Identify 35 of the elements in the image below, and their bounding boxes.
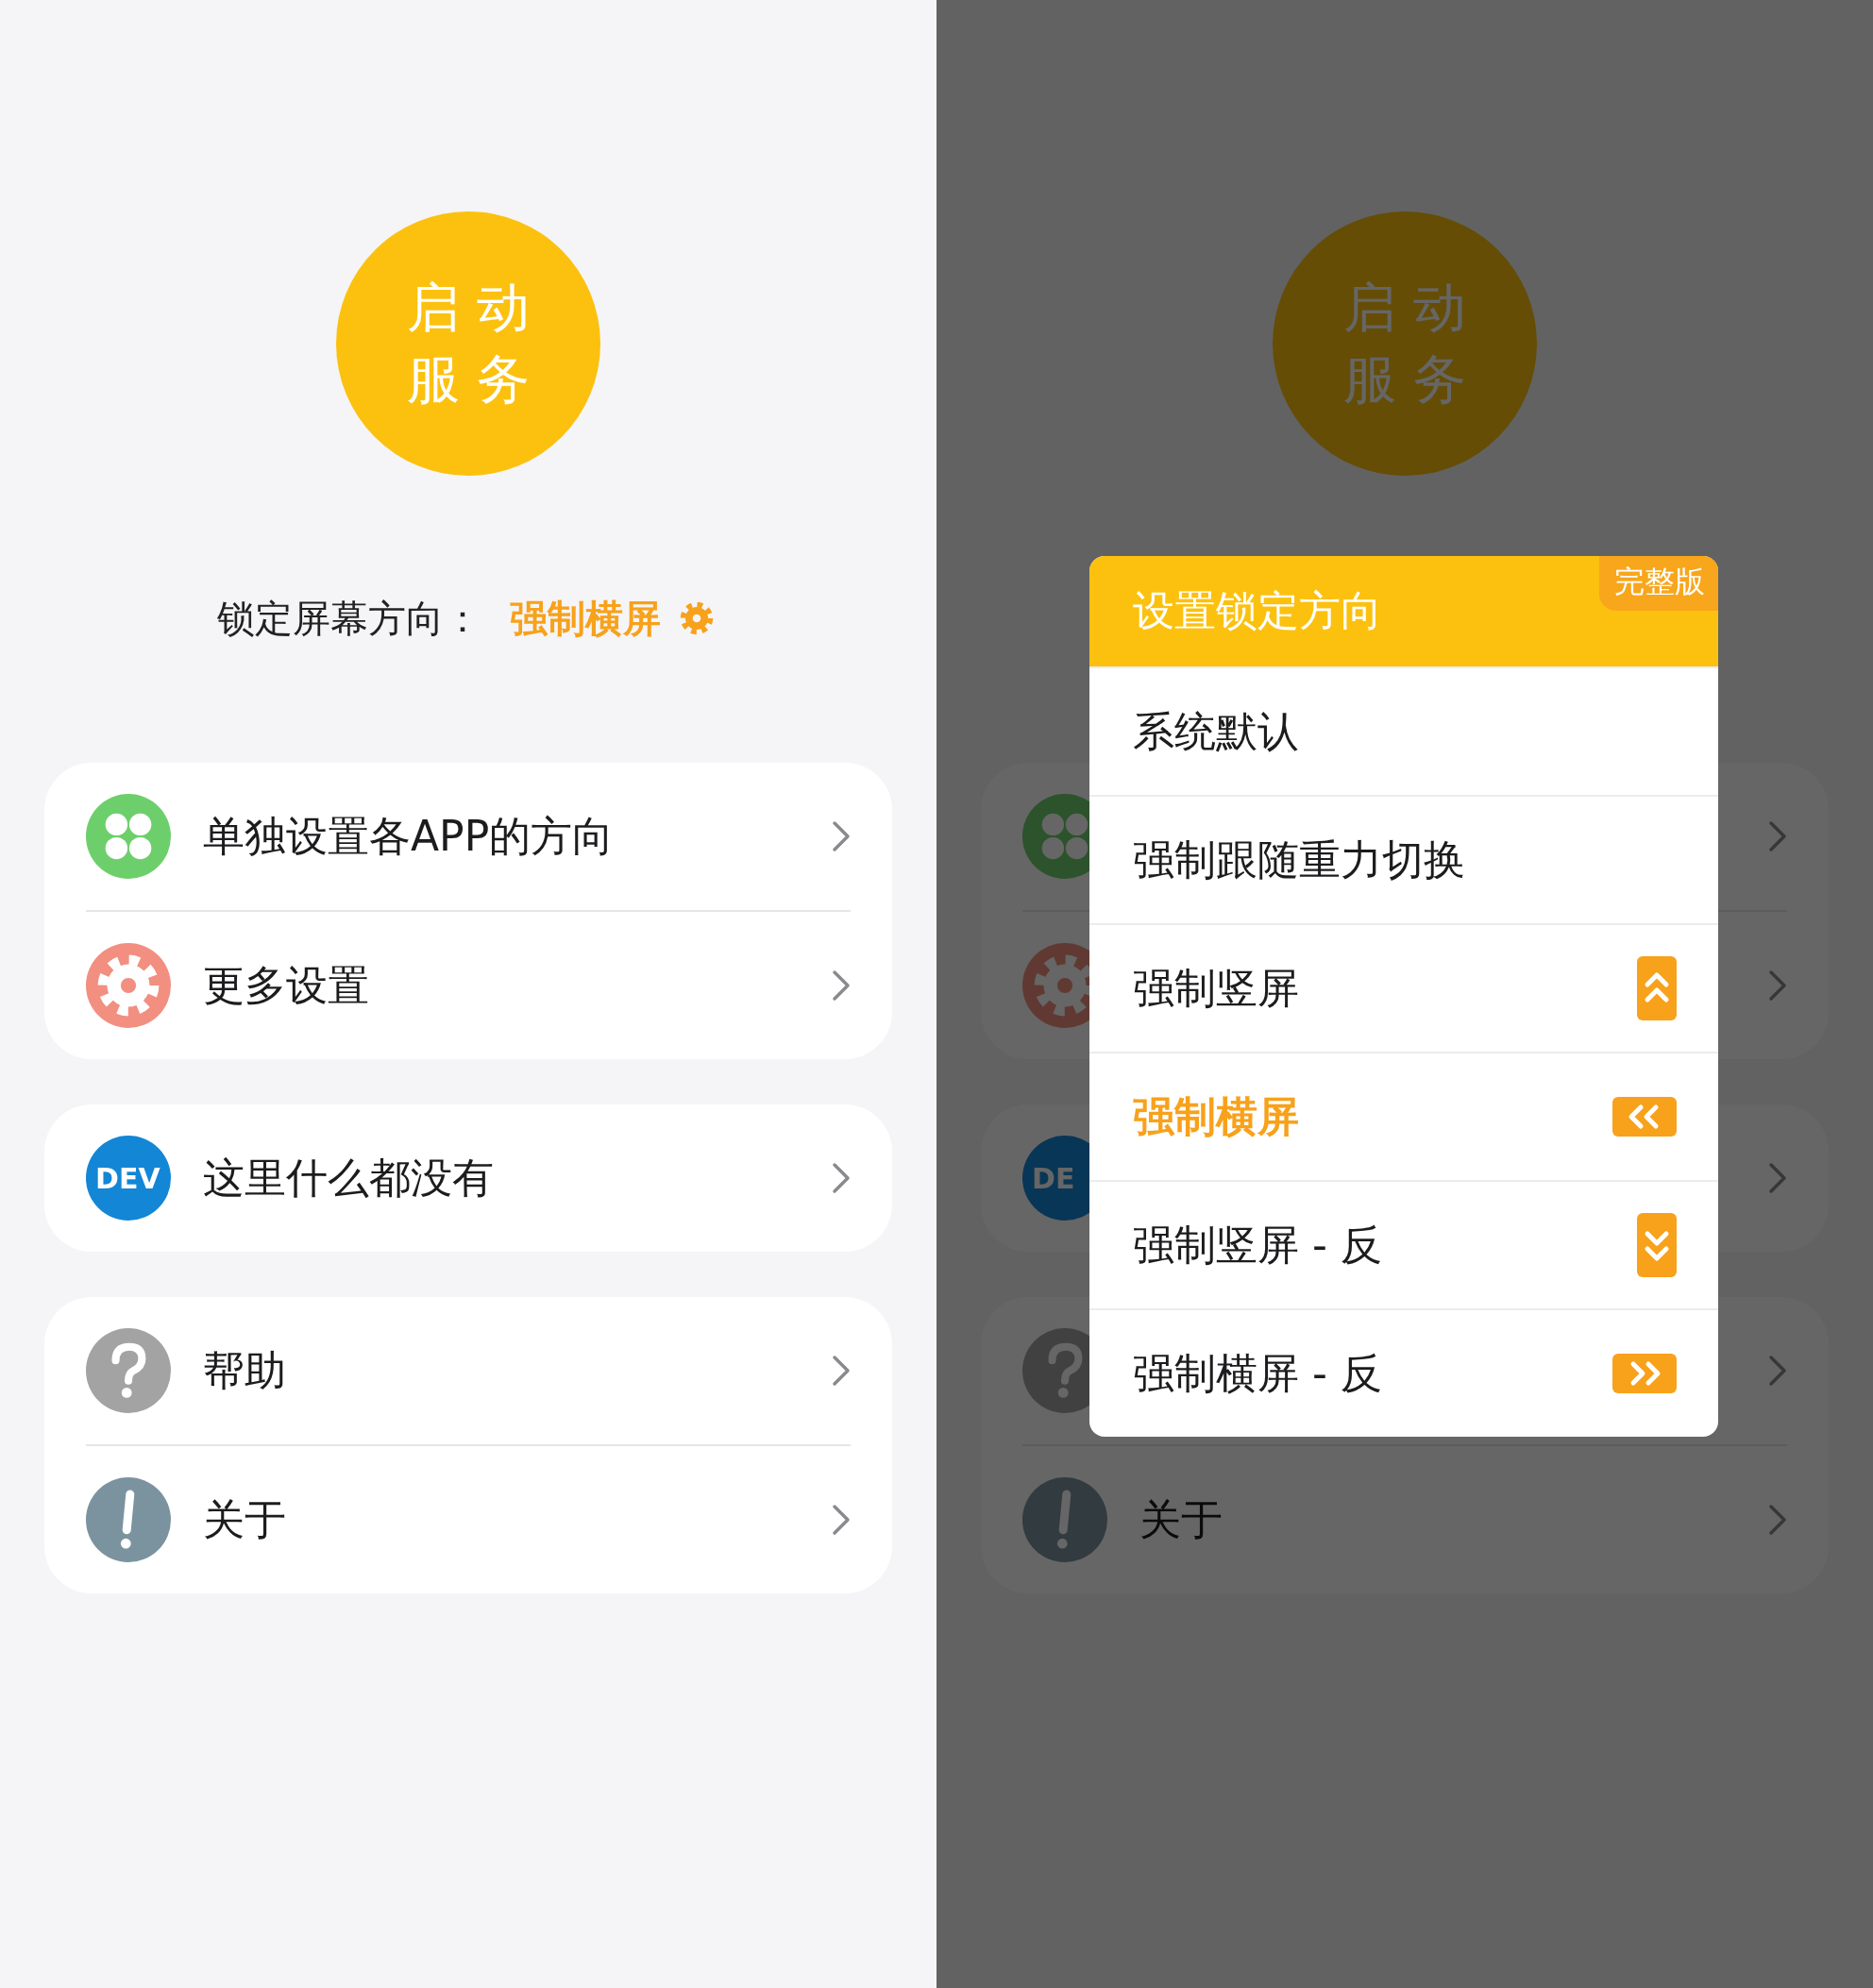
menu-item-label: 帮助 [203, 1344, 287, 1396]
menu-item[interactable]: 帮助 [44, 1297, 892, 1444]
chevron-right-icon [832, 969, 851, 1002]
orientation-option[interactable]: 强制横屏 - 反 [1089, 1308, 1718, 1437]
menu-item[interactable]: 关于 [44, 1446, 892, 1593]
orientation-option[interactable]: 强制竖屏 - 反 [1089, 1180, 1718, 1308]
orientation-option[interactable]: 强制竖屏 [1089, 923, 1718, 1052]
chevron-right-icon [832, 1355, 851, 1387]
menu-item-label: 更多设置 [203, 959, 370, 1011]
menu-item-label: 关于 [203, 1493, 287, 1545]
dialog-title: 设置锁定方向 [1133, 585, 1382, 636]
full-version-badge: 完整版 [1599, 556, 1718, 611]
info-icon [1022, 1477, 1107, 1562]
chevron-right-icon [1768, 969, 1787, 1002]
menu-item[interactable]: 单独设置各APP的方向 [44, 763, 892, 910]
chevron-right-icon [832, 1504, 851, 1536]
orientation-option[interactable]: 系统默认 [1089, 666, 1718, 795]
help-icon [86, 1328, 171, 1413]
chevron-right-icon [1768, 1355, 1787, 1387]
menu-item-label: 单独设置各APP的方向 [203, 810, 616, 862]
apps-icon [86, 794, 171, 879]
settings-icon [86, 943, 171, 1028]
chevron-right-icon [1768, 820, 1787, 852]
info-icon [86, 1477, 171, 1562]
menu-item[interactable]: DEV 这里什么都没有 [44, 1104, 892, 1252]
dev-badge: DEV [86, 1136, 171, 1221]
chevron-right-icon [832, 1162, 851, 1194]
chevron-right-icon [832, 820, 851, 852]
chevron-right-icon [1768, 1504, 1787, 1536]
menu-item-label: 关于 [1139, 1493, 1223, 1545]
menu-item[interactable]: 更多设置 [44, 912, 892, 1059]
lock-direction-label: 锁定屏幕方向： [217, 595, 481, 642]
chevron-right-icon [1768, 1162, 1787, 1194]
menu-item-label: 这里什么都没有 [203, 1152, 495, 1204]
orientation-option[interactable]: 强制跟随重力切换 [1089, 795, 1718, 923]
